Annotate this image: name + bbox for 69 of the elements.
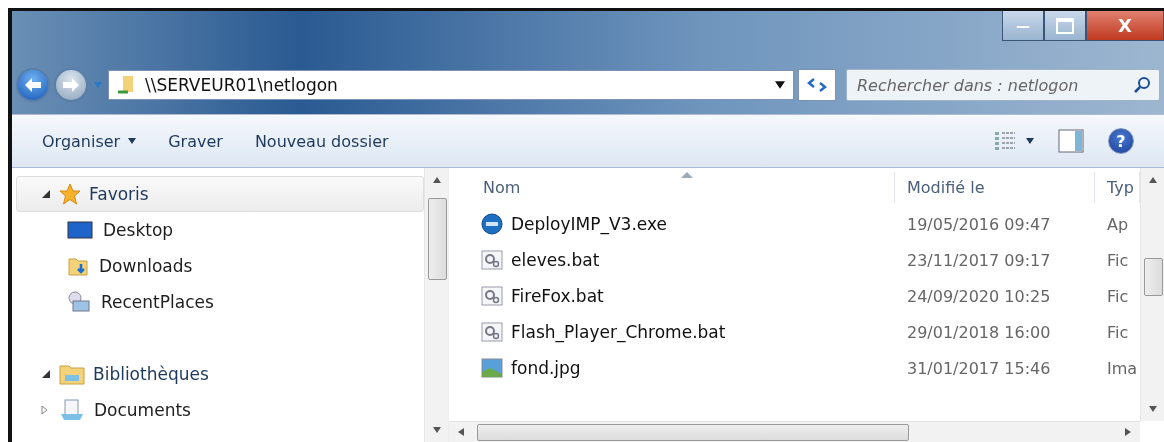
scrollbar-thumb[interactable] [477,424,909,441]
nav-item[interactable]: Downloads [12,248,424,284]
scroll-up-icon[interactable] [432,176,441,184]
table-cell-text: 31/01/2017 15:46 [906,358,1052,378]
column-header[interactable]: Nom [471,171,895,203]
search-input[interactable]: Rechercher dans : netlogon [855,74,1133,96]
forward-button[interactable] [54,68,88,102]
expand-icon[interactable] [41,369,51,379]
table-cell-text: Fic [1106,322,1130,342]
table-cell-text: Fic [1106,286,1130,306]
app-icon [481,213,503,235]
toolbar-button[interactable]: Organiser [30,125,149,157]
scroll-left-icon[interactable] [457,428,465,436]
toolbar-button[interactable]: Graver [156,125,235,157]
toolbar-button[interactable]: Nouveau dossier [242,125,401,157]
gear-file-icon [481,249,503,271]
gear-file-icon [481,321,503,343]
table-cell-text: 19/05/2016 09:47 [906,214,1052,234]
address-field[interactable]: \\SERVEUR01\netlogon [108,70,794,100]
table-cell-text: Fic [1106,250,1130,270]
file-name[interactable]: Flash_Player_Chrome.bat [471,321,895,343]
table-cell-text: 24/09/2020 10:25 [906,286,1052,306]
left-arrow-icon [24,77,42,93]
caret-icon [94,81,102,89]
file-name[interactable]: DeployIMP_V3.exe [471,213,895,235]
scrollbar-thumb[interactable] [1144,258,1163,296]
desktop-icon [67,221,93,239]
nav-group[interactable]: Bibliothèques [16,356,424,392]
search-field[interactable]: Rechercher dans : netlogon [846,69,1160,101]
recent-places-icon [67,291,91,313]
nav-group[interactable]: Favoris [16,176,424,212]
preview-pane-icon [1058,129,1084,153]
scroll-down-icon[interactable] [432,426,441,434]
star-icon [59,183,81,205]
table-cell-text: 23/11/2017 09:17 [906,250,1052,270]
column-header[interactable]: Modifié le [895,171,1095,203]
maximize-icon [1056,17,1074,34]
library-folder-icon [59,363,85,385]
scrollbar-thumb[interactable] [428,198,447,280]
table-cell-text: 29/01/2018 16:00 [906,322,1052,342]
maximize-button[interactable] [1044,11,1086,41]
scroll-down-icon[interactable] [1148,405,1157,413]
details-view-icon [994,131,1016,151]
scroll-up-icon[interactable] [1148,176,1157,184]
nav-item[interactable]: Documents [12,392,424,428]
table-cell-text: Ap [1106,214,1130,234]
refresh-button[interactable] [798,69,836,101]
refresh-icon [806,77,828,93]
caret-icon[interactable] [775,80,785,90]
expand-icon[interactable] [41,189,51,199]
caret-icon [1026,137,1034,145]
file-name[interactable]: fond.jpg [471,358,895,378]
help-button[interactable]: ? [1108,128,1134,154]
image-file-icon [481,358,503,378]
close-button[interactable]: X [1086,11,1164,41]
right-arrow-icon [62,77,80,93]
table-cell-text: Ima [1106,358,1139,378]
nav-item[interactable]: Desktop [12,212,424,248]
file-name[interactable]: FireFox.bat [471,285,895,307]
folder-download-icon [67,255,89,277]
gear-file-icon [481,285,503,307]
caret-icon [128,137,137,145]
sort-arrow-icon [681,172,693,178]
nav-item[interactable]: RecentPlaces [12,284,424,320]
file-name[interactable]: eleves.bat [471,249,895,271]
documents-icon [60,399,84,421]
back-button[interactable] [16,68,50,102]
search-icon [1133,76,1151,94]
scroll-right-icon[interactable] [1124,428,1132,436]
